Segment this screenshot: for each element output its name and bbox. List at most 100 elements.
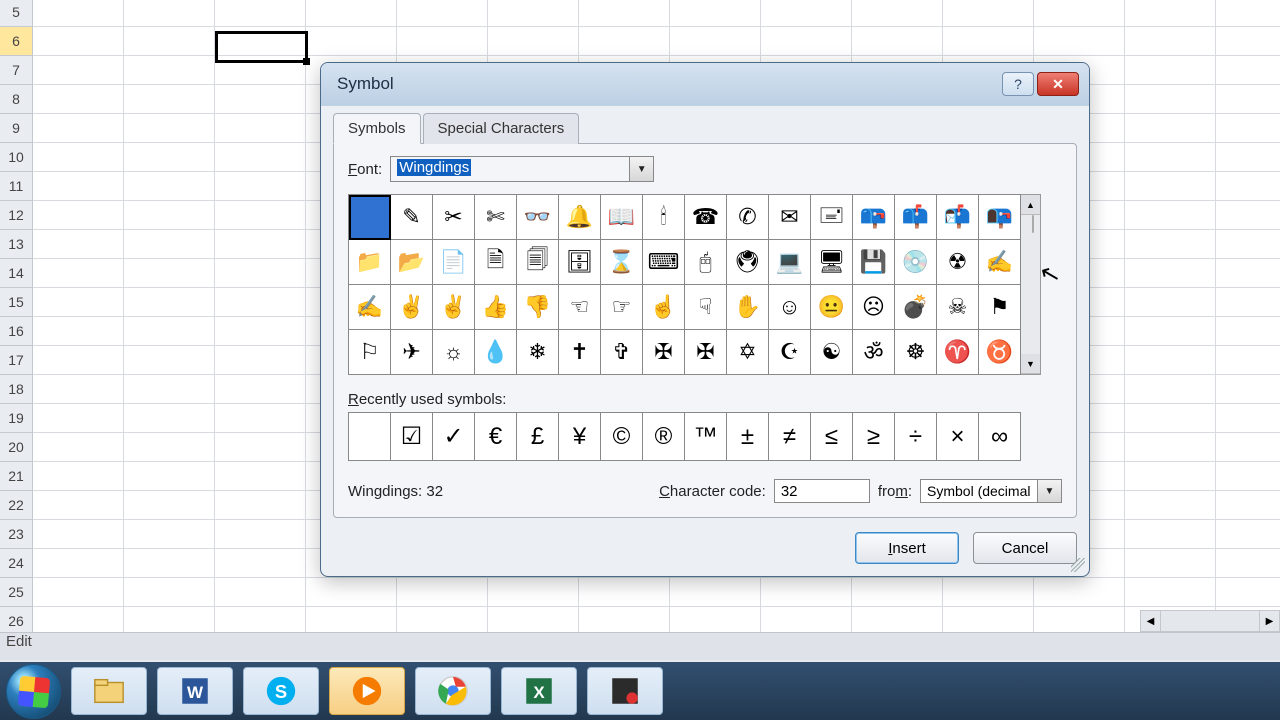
start-button[interactable] [6, 664, 61, 719]
symbol-cell[interactable]: ✞ [601, 330, 643, 375]
recent-symbol-cell[interactable]: ¥ [559, 413, 601, 461]
recent-symbol-cell[interactable]: ÷ [895, 413, 937, 461]
taskbar-app-explorer[interactable] [71, 667, 147, 715]
recent-symbol-cell[interactable]: ± [727, 413, 769, 461]
symbol-cell[interactable]: 🖃 [811, 195, 853, 240]
recent-symbol-cell[interactable]: ™ [685, 413, 727, 461]
symbol-cell[interactable]: 💿 [895, 240, 937, 285]
cancel-button[interactable]: Cancel [973, 532, 1077, 564]
symbol-cell[interactable]: ✡ [727, 330, 769, 375]
symbol-cell[interactable]: 😐 [811, 285, 853, 330]
row-header[interactable]: 24 [0, 549, 33, 578]
symbol-cell[interactable]: 🗎 [475, 240, 517, 285]
taskbar-app-word[interactable]: W [157, 667, 233, 715]
symbol-cell[interactable]: ☪ [769, 330, 811, 375]
tab-symbols[interactable]: Symbols [333, 113, 421, 144]
symbol-cell[interactable]: 💾 [853, 240, 895, 285]
font-combobox[interactable]: Wingdings [390, 156, 630, 182]
row-header[interactable]: 12 [0, 201, 33, 230]
taskbar-app-media[interactable] [329, 667, 405, 715]
row-header[interactable]: 22 [0, 491, 33, 520]
symbol-cell[interactable]: 📭 [979, 195, 1021, 240]
recent-symbol-cell[interactable]: ∞ [979, 413, 1021, 461]
symbol-cell[interactable]: ♉ [979, 330, 1021, 375]
symbol-cell[interactable] [349, 195, 391, 240]
row-header[interactable]: 21 [0, 462, 33, 491]
symbol-cell[interactable]: ☢ [937, 240, 979, 285]
symbol-cell[interactable]: 📫 [895, 195, 937, 240]
row-header[interactable]: 5 [0, 0, 33, 27]
insert-button[interactable]: Insert [855, 532, 959, 564]
symbol-cell[interactable]: 📂 [391, 240, 433, 285]
row-header[interactable]: 17 [0, 346, 33, 375]
recent-symbol-cell[interactable]: © [601, 413, 643, 461]
row-header[interactable]: 8 [0, 85, 33, 114]
active-cell[interactable] [215, 31, 308, 63]
recent-symbol-cell[interactable]: ® [643, 413, 685, 461]
symbol-cell[interactable]: ✍ [979, 240, 1021, 285]
row-header[interactable]: 23 [0, 520, 33, 549]
tab-special-characters[interactable]: Special Characters [423, 113, 580, 144]
recent-symbol-cell[interactable]: × [937, 413, 979, 461]
symbol-cell[interactable]: ☞ [601, 285, 643, 330]
symbol-cell[interactable]: 📄 [433, 240, 475, 285]
symbol-cell[interactable]: 🗐 [517, 240, 559, 285]
dialog-titlebar[interactable]: Symbol ? ✕ [321, 63, 1089, 105]
row-header[interactable]: 11 [0, 172, 33, 201]
row-header[interactable]: 16 [0, 317, 33, 346]
font-dropdown-button[interactable]: ▼ [630, 156, 654, 182]
row-header[interactable]: 19 [0, 404, 33, 433]
symbol-cell[interactable]: ☯ [811, 330, 853, 375]
symbol-cell[interactable]: 🕯 [643, 195, 685, 240]
symbol-cell[interactable]: 📬 [937, 195, 979, 240]
recent-symbol-cell[interactable]: ≥ [853, 413, 895, 461]
scroll-down-icon[interactable]: ▼ [1021, 354, 1040, 374]
row-header[interactable]: 10 [0, 143, 33, 172]
symbol-cell[interactable]: 🔔 [559, 195, 601, 240]
recent-symbol-cell[interactable]: € [475, 413, 517, 461]
recent-symbol-cell[interactable]: ≠ [769, 413, 811, 461]
symbol-cell[interactable]: ⚑ [979, 285, 1021, 330]
symbol-cell[interactable]: ✄ [475, 195, 517, 240]
char-code-input[interactable] [774, 479, 870, 503]
symbol-cell[interactable]: ♈ [937, 330, 979, 375]
row-header[interactable]: 9 [0, 114, 33, 143]
symbol-cell[interactable]: ✌ [433, 285, 475, 330]
help-button[interactable]: ? [1002, 72, 1034, 96]
row-header[interactable]: 15 [0, 288, 33, 317]
close-button[interactable]: ✕ [1037, 72, 1079, 96]
symbol-cell[interactable]: 📖 [601, 195, 643, 240]
symbol-cell[interactable]: 💣 [895, 285, 937, 330]
recent-symbol-cell[interactable]: £ [517, 413, 559, 461]
symbol-cell[interactable]: ☺ [769, 285, 811, 330]
symbol-cell[interactable]: ✠ [643, 330, 685, 375]
symbol-cell[interactable]: ☸ [895, 330, 937, 375]
symbol-cell[interactable]: ☠ [937, 285, 979, 330]
symbol-cell[interactable]: 👓 [517, 195, 559, 240]
recent-symbol-cell[interactable]: ✓ [433, 413, 475, 461]
symbol-cell[interactable]: ☹ [853, 285, 895, 330]
symbol-cell[interactable]: 🖲 [727, 240, 769, 285]
symbol-cell[interactable]: 📁 [349, 240, 391, 285]
symbol-cell[interactable]: 🖰 [685, 240, 727, 285]
row-header[interactable]: 25 [0, 578, 33, 607]
symbol-cell[interactable]: 👍 [475, 285, 517, 330]
symbol-cell[interactable]: ✂ [433, 195, 475, 240]
symbol-cell[interactable]: ☎ [685, 195, 727, 240]
symbol-cell[interactable]: 🗄 [559, 240, 601, 285]
symbol-scrollbar[interactable]: ▲ ▼ [1021, 194, 1041, 375]
scrollbar-thumb[interactable] [1032, 215, 1034, 233]
row-header[interactable]: 6 [0, 27, 33, 56]
resize-grip[interactable] [1071, 558, 1085, 572]
symbol-cell[interactable]: ❄ [517, 330, 559, 375]
row-header[interactable]: 18 [0, 375, 33, 404]
taskbar-app-unknown[interactable] [587, 667, 663, 715]
taskbar-app-chrome[interactable] [415, 667, 491, 715]
recent-symbol-cell[interactable]: ☑ [391, 413, 433, 461]
symbol-cell[interactable]: ☟ [685, 285, 727, 330]
symbol-cell[interactable]: ✆ [727, 195, 769, 240]
recent-symbol-cell[interactable] [349, 413, 391, 461]
from-combobox[interactable] [920, 479, 1038, 503]
symbol-cell[interactable]: ☼ [433, 330, 475, 375]
symbol-cell[interactable]: ✉ [769, 195, 811, 240]
